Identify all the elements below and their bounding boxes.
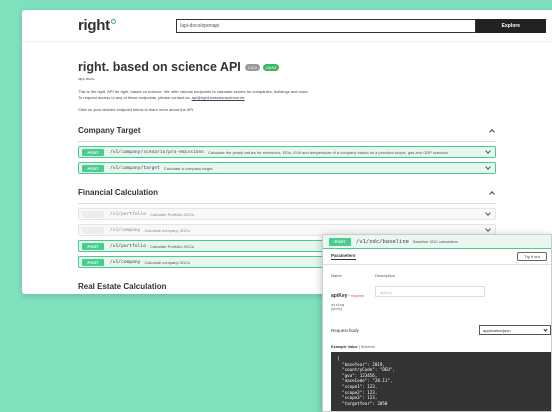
description-contact: To request access to any of these endpoi…	[78, 95, 496, 101]
tab-parameters[interactable]: Parameters	[331, 253, 356, 260]
param-required: * required	[348, 294, 364, 298]
operation-row[interactable]: POST/v1/company/scenario/pro-emissions Ca…	[78, 146, 496, 158]
chevron-down-icon[interactable]	[485, 165, 491, 171]
logo[interactable]: right	[78, 17, 116, 34]
operation-summary: Calculate Portfolio XDCs	[149, 211, 194, 217]
method-badge: POST	[82, 148, 104, 156]
logo-dot-icon	[110, 19, 116, 24]
chevron-down-icon[interactable]	[485, 211, 491, 217]
param-location: (query)	[331, 307, 343, 311]
chevron-down-icon[interactable]	[485, 227, 491, 233]
operation-path: /v1/company/scenario/pro-emissions	[110, 149, 205, 155]
detail-method-badge: POST	[329, 237, 351, 246]
title-row: right. based on science API 1.0.0 OAS3	[78, 60, 496, 74]
logo-text: right	[78, 17, 110, 34]
request-body-row: Request body application/json	[323, 311, 551, 335]
param-columns: Name Description	[323, 265, 551, 278]
param-name: apiKey	[331, 293, 348, 299]
detail-tabs: Parameters Try it out	[323, 249, 551, 265]
section-header[interactable]: Company Target	[78, 126, 496, 142]
method-badge: POST	[82, 242, 104, 250]
operation-summary: Calculate the yearly values for emission…	[208, 149, 449, 155]
section-header[interactable]: Financial Calculation	[78, 188, 496, 204]
api-key-input[interactable]: apiKey	[375, 286, 485, 297]
operation-path: /v1/portfolio	[110, 211, 146, 217]
api-description: This is the right. API for right. based …	[78, 89, 496, 101]
explore-button[interactable]: Explore	[475, 18, 546, 33]
tab-example-value[interactable]: Example Value	[331, 345, 358, 349]
detail-header[interactable]: POST /v1/xdc/baseline Baseline XDC calcu…	[323, 235, 551, 249]
chevron-up-icon[interactable]	[488, 127, 496, 135]
detail-path: /v1/xdc/baseline	[356, 238, 409, 245]
section-title: Financial Calculation	[78, 188, 159, 197]
api-note: Click on your desired endpoint below to …	[78, 107, 195, 112]
spec-url-input[interactable]: /api-docs/openapi	[175, 18, 476, 33]
operation-summary: Calculate a company target	[163, 165, 213, 171]
method-badge: POST	[82, 226, 104, 234]
section: Company Target POST/v1/company/scenario/p…	[78, 126, 496, 174]
top-bar: right /api-docs/openapi Explore	[22, 10, 552, 42]
detail-summary: Baseline XDC calculation	[412, 239, 458, 244]
try-it-out-button[interactable]: Try it out	[517, 252, 547, 261]
section-title: Company Target	[78, 126, 141, 135]
chevron-up-icon[interactable]	[488, 189, 496, 197]
request-body-label: Request body	[331, 327, 359, 333]
method-badge: POST	[82, 258, 104, 266]
operation-row[interactable]: POST/v1/company/target Calculate a compan…	[78, 162, 496, 174]
section-title: Real Estate Calculation	[78, 282, 167, 291]
contact-link[interactable]: api@right-basedonscience.de	[192, 95, 245, 100]
oas-badge: OAS3	[262, 63, 280, 71]
operation-row[interactable]: POST/v1/portfolio Calculate Portfolio XDC…	[78, 208, 496, 220]
code-line: "targetYear": 2050	[337, 400, 388, 406]
operation-detail-panel: POST /v1/xdc/baseline Baseline XDC calcu…	[322, 234, 552, 412]
method-badge: POST	[82, 210, 104, 218]
spec-link[interactable]: /api-docs	[78, 76, 496, 81]
operation-path: /v1/company	[110, 259, 141, 265]
operation-path: /v1/company	[110, 227, 141, 233]
col-description: Description	[375, 273, 396, 278]
col-name: Name	[331, 273, 342, 278]
param-row: apiKey* required string (query) apiKey	[323, 278, 551, 311]
contact-text: To request access to any of these endpoi…	[78, 95, 192, 100]
operation-summary: Calculate company XDCs	[144, 227, 191, 233]
page-title: right. based on science API	[78, 60, 241, 74]
content-type-select[interactable]: application/json	[479, 325, 551, 335]
operation-path: /v1/company/target	[110, 165, 160, 171]
param-info: apiKey* required string (query)	[331, 284, 375, 311]
example-tabs: Example Value | Schema	[331, 345, 375, 349]
example-code-block: { "baseYear": 2019, "countryCode": "DEU"…	[331, 352, 551, 411]
tab-schema[interactable]: Schema	[361, 345, 375, 349]
chevron-down-icon[interactable]	[485, 149, 491, 155]
method-badge: POST	[82, 164, 104, 172]
operation-path: /v1/portfolio	[110, 243, 146, 249]
version-badge: 1.0.0	[244, 63, 260, 71]
